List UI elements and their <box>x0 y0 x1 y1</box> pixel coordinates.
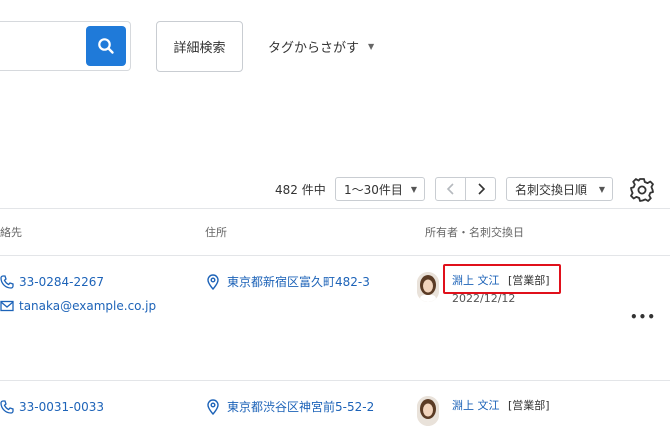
address-text: 東京都渋谷区神宮前5-52-2 <box>227 400 375 414</box>
search-icon <box>98 38 114 54</box>
gear-icon <box>630 178 654 202</box>
mail-icon <box>0 300 14 312</box>
column-header-address: 住所 <box>205 226 227 239</box>
divider <box>0 380 670 381</box>
divider <box>0 255 670 256</box>
prev-page-button[interactable] <box>435 177 466 201</box>
phone-link[interactable]: 33-0284-2267 <box>0 275 104 289</box>
tag-search-label: タグからさがす <box>268 41 360 56</box>
phone-link[interactable]: 33-0031-0033 <box>0 400 104 414</box>
tag-search-dropdown[interactable]: タグからさがす ▼ <box>268 37 374 56</box>
advanced-search-button[interactable]: 詳細検索 <box>156 21 243 72</box>
exchange-date: 2022/12/12 <box>452 292 516 305</box>
phone-number: 33-0031-0033 <box>19 400 105 414</box>
owner-name-link[interactable]: 淵上 文江 <box>452 272 500 288</box>
chevron-right-icon <box>477 183 485 195</box>
address-text: 東京都新宿区富久町482-3 <box>227 275 370 289</box>
owner-name-link[interactable]: 淵上 文江 <box>452 397 500 413</box>
divider <box>0 208 670 209</box>
column-header-owner: 所有者・名刺交換日 <box>425 226 524 239</box>
sort-select-label: 名刺交換日順 <box>515 182 588 197</box>
map-pin-icon <box>207 398 219 415</box>
email-link[interactable]: tanaka@example.co.jp <box>0 299 156 313</box>
range-select[interactable]: 1〜30件目 ▼ <box>335 177 425 201</box>
address-link[interactable]: 東京都渋谷区神宮前5-52-2 <box>207 398 374 415</box>
avatar <box>417 396 439 426</box>
address-link[interactable]: 東京都新宿区富久町482-3 <box>207 273 370 290</box>
phone-number: 33-0284-2267 <box>19 275 105 289</box>
owner-department: [営業部] <box>508 274 550 287</box>
phone-icon <box>0 275 14 289</box>
settings-button[interactable] <box>629 177 655 203</box>
sort-select[interactable]: 名刺交換日順 ▼ <box>506 177 613 201</box>
map-pin-icon <box>207 273 219 290</box>
column-header-contact: 絡先 <box>0 226 22 239</box>
search-button[interactable] <box>86 26 126 66</box>
owner-department: [営業部] <box>508 399 550 412</box>
more-options-button[interactable]: ••• <box>630 310 656 324</box>
avatar <box>417 272 439 302</box>
chevron-left-icon <box>446 183 454 195</box>
phone-icon <box>0 400 14 414</box>
range-select-label: 1〜30件目 <box>344 182 403 197</box>
result-count: 482 件中 <box>275 183 326 197</box>
next-page-button[interactable] <box>465 177 496 201</box>
caret-down-icon: ▼ <box>598 184 605 194</box>
email-address: tanaka@example.co.jp <box>19 299 157 313</box>
caret-down-icon: ▼ <box>410 184 417 194</box>
caret-down-icon: ▼ <box>368 42 375 51</box>
